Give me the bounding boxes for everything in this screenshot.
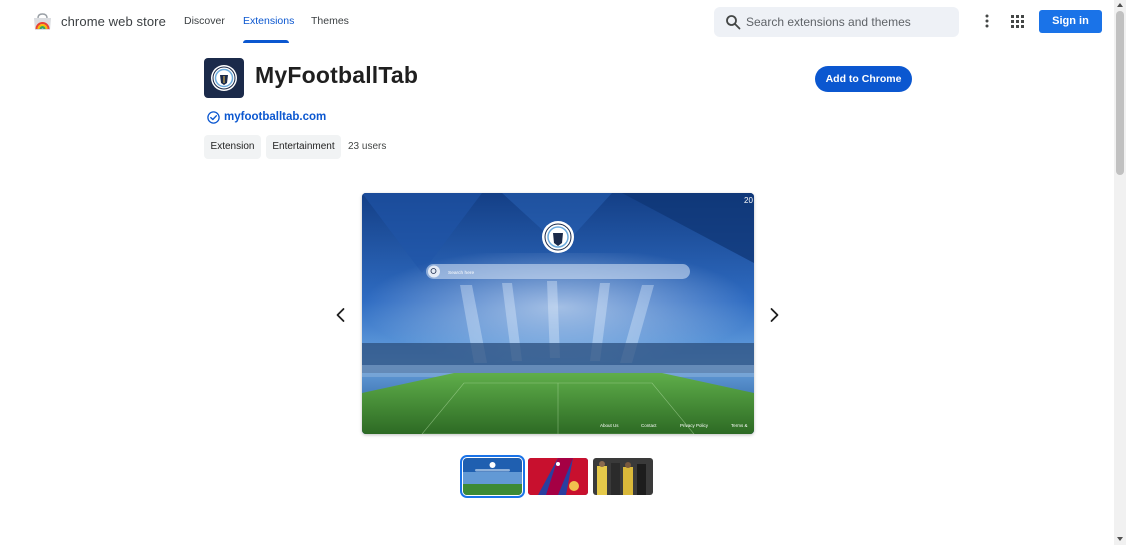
scrollbar-thumb[interactable]: [1116, 11, 1124, 175]
chip-entertainment[interactable]: Entertainment: [266, 135, 341, 159]
thumbnail-2[interactable]: [528, 458, 588, 495]
scrollbar[interactable]: [1114, 0, 1126, 545]
thumbnail-1[interactable]: [460, 455, 525, 498]
chevron-left-icon[interactable]: [334, 307, 348, 323]
stadium-preview-image: Search here 20 About Us Contact Privacy …: [362, 193, 754, 434]
tab-themes[interactable]: Themes: [311, 15, 349, 27]
screenshot-main[interactable]: Search here 20 About Us Contact Privacy …: [362, 193, 754, 434]
active-tab-indicator: [243, 40, 289, 43]
scroll-up-arrow-icon[interactable]: [1117, 3, 1123, 7]
preview-footer-terms: Terms &: [731, 423, 748, 428]
preview-footer-contact: Contact: [641, 423, 657, 428]
thumbnail-barca-image: [528, 458, 588, 495]
search-input[interactable]: [746, 12, 946, 32]
chip-extension[interactable]: Extension: [204, 135, 261, 159]
verified-badge-icon: [207, 111, 220, 124]
more-vert-icon[interactable]: [980, 13, 994, 29]
add-to-chrome-button[interactable]: Add to Chrome: [815, 66, 912, 92]
chevron-right-icon[interactable]: [767, 307, 781, 323]
page: chrome web store Discover Extensions The…: [0, 0, 1126, 545]
chrome-web-store-logo-icon[interactable]: [33, 13, 52, 30]
tab-extensions[interactable]: Extensions: [243, 15, 294, 27]
sign-in-button[interactable]: Sign in: [1039, 10, 1102, 33]
search-box[interactable]: [714, 7, 959, 37]
preview-footer-privacy: Privacy Policy: [680, 423, 709, 428]
website-link[interactable]: myfootballtab.com: [224, 111, 326, 123]
brand-name[interactable]: chrome web store: [61, 14, 166, 29]
search-icon: [726, 15, 741, 30]
extension-logo: [204, 58, 244, 98]
tab-discover[interactable]: Discover: [184, 15, 225, 27]
thumbnail-3[interactable]: [593, 458, 653, 495]
preview-footer-about: About Us: [600, 423, 619, 428]
top-bar: chrome web store Discover Extensions The…: [0, 0, 1114, 44]
thumbnail-stadium-image: [463, 458, 522, 495]
apps-grid-icon[interactable]: [1011, 15, 1024, 28]
scroll-down-arrow-icon[interactable]: [1117, 537, 1123, 541]
club-crest-icon: [211, 65, 237, 91]
thumbnail-players-image: [593, 458, 653, 495]
extension-title: MyFootballTab: [255, 62, 419, 88]
preview-search-text: Search here: [448, 270, 474, 276]
preview-clock-text: 20: [744, 196, 753, 205]
overview-heading-peek: [205, 537, 275, 545]
user-count: 23 users: [348, 141, 387, 152]
